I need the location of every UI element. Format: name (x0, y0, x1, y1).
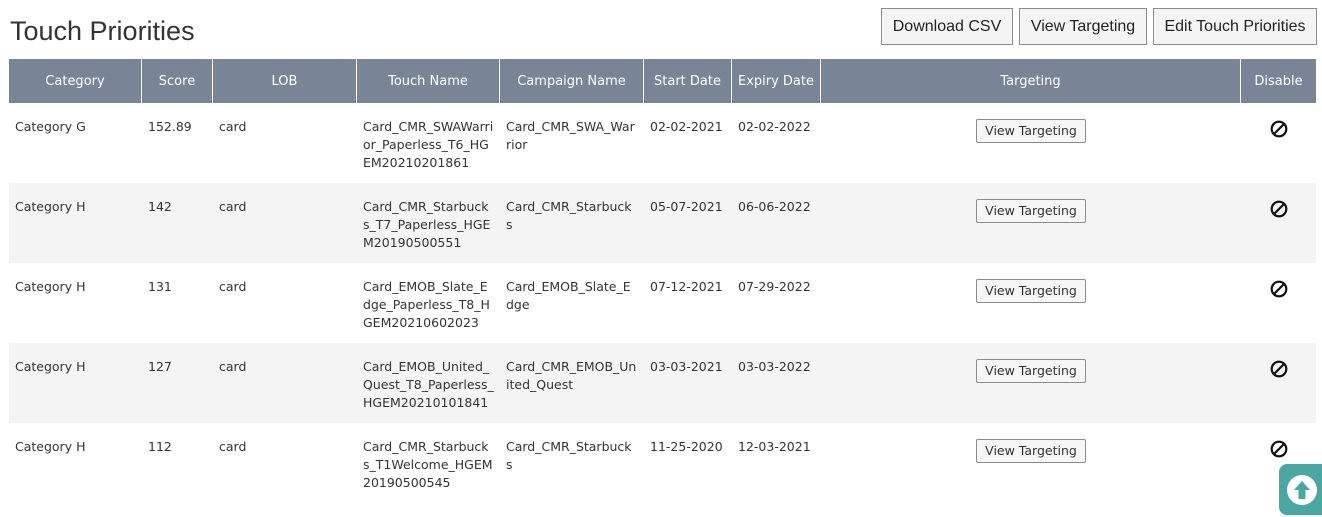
campaign-name-cell: Card_CMR_SWA_Warrior (506, 119, 635, 152)
expiry-date-cell: 06-06-2022 (738, 199, 811, 214)
row-view-targeting-button[interactable]: View Targeting (976, 359, 1086, 383)
category-cell: Category H (15, 279, 86, 294)
score-cell: 142 (148, 199, 172, 214)
disable-cell (1241, 183, 1316, 263)
lob-cell: card (219, 439, 247, 454)
start-date-cell: 11-25-2020 (650, 439, 723, 454)
row-view-targeting-button[interactable]: View Targeting (976, 279, 1086, 303)
table-row: Category H 127 card Card_EMOB_United_Quest_… (9, 343, 1316, 423)
edit-touch-priorities-button[interactable]: Edit Touch Priorities (1153, 8, 1317, 45)
touch-name-cell: Card_CMR_Starbucks_T1Welcome_HGEM2019050… (363, 439, 493, 490)
targeting-cell: View Targeting (821, 343, 1241, 423)
column-header-category[interactable]: Category (9, 59, 142, 103)
touch-name-cell: Card_EMOB_United_Quest_T8_Paperless_HGEM… (363, 359, 494, 410)
table-body: Category G 152.89 card Card_CMR_SWAWarrior_… (9, 103, 1316, 503)
touch-priorities-table: Category Score LOB Touch Name Campaign N… (9, 59, 1316, 503)
download-csv-button[interactable]: Download CSV (881, 8, 1013, 45)
expiry-date-cell: 07-29-2022 (738, 279, 811, 294)
touch-name-cell: Card_EMOB_Slate_Edge_Paperless_T8_HGEM20… (363, 279, 490, 330)
expiry-date-cell: 03-03-2022 (738, 359, 811, 374)
row-view-targeting-button[interactable]: View Targeting (976, 439, 1086, 463)
disable-cell (1241, 343, 1316, 423)
disable-icon[interactable] (1269, 279, 1289, 299)
column-header-expiry-date[interactable]: Expiry Date (732, 59, 821, 103)
column-header-campaign-name[interactable]: Campaign Name (500, 59, 644, 103)
view-targeting-button[interactable]: View Targeting (1019, 8, 1147, 45)
table-row: Category H 131 card Card_EMOB_Slate_Edge_Pa… (9, 263, 1316, 343)
campaign-name-cell: Card_CMR_EMOB_United_Quest (506, 359, 637, 392)
disable-icon[interactable] (1269, 359, 1289, 379)
score-cell: 127 (148, 359, 172, 374)
campaign-name-cell: Card_CMR_Starbucks (506, 199, 632, 232)
touch-name-cell: Card_CMR_Starbucks_T7_Paperless_HGEM2019… (363, 199, 491, 250)
table-row: Category H 112 card Card_CMR_Starbucks_T1We… (9, 423, 1316, 503)
category-cell: Category H (15, 439, 86, 454)
expiry-date-cell: 12-03-2021 (738, 439, 811, 454)
expiry-date-cell: 02-02-2022 (738, 119, 811, 134)
toolbar: Download CSV View Targeting Edit Touch P… (881, 8, 1317, 45)
table-row: Category G 152.89 card Card_CMR_SWAWarrior_… (9, 103, 1316, 183)
lob-cell: card (219, 279, 247, 294)
campaign-name-cell: Card_EMOB_Slate_Edge (506, 279, 631, 312)
column-header-score[interactable]: Score (142, 59, 213, 103)
category-cell: Category G (15, 119, 86, 134)
column-header-targeting: Targeting (821, 59, 1241, 103)
table-header: Category Score LOB Touch Name Campaign N… (9, 59, 1316, 103)
category-cell: Category H (15, 359, 86, 374)
disable-cell (1241, 103, 1316, 183)
disable-icon[interactable] (1269, 199, 1289, 219)
lob-cell: card (219, 119, 247, 134)
targeting-cell: View Targeting (821, 423, 1241, 503)
start-date-cell: 05-07-2021 (650, 199, 723, 214)
column-header-start-date[interactable]: Start Date (644, 59, 732, 103)
start-date-cell: 03-03-2021 (650, 359, 723, 374)
table-row: Category H 142 card Card_CMR_Starbucks_T7_P… (9, 183, 1316, 263)
touch-name-cell: Card_CMR_SWAWarrior_Paperless_T6_HGEM202… (363, 119, 494, 170)
column-header-touch-name[interactable]: Touch Name (357, 59, 500, 103)
score-cell: 131 (148, 279, 172, 294)
column-header-lob[interactable]: LOB (213, 59, 357, 103)
campaign-name-cell: Card_CMR_Starbucks (506, 439, 632, 472)
lob-cell: card (219, 359, 247, 374)
targeting-cell: View Targeting (821, 263, 1241, 343)
category-cell: Category H (15, 199, 86, 214)
start-date-cell: 07-12-2021 (650, 279, 723, 294)
lob-cell: card (219, 199, 247, 214)
column-header-disable: Disable (1254, 73, 1303, 89)
disable-icon[interactable] (1269, 119, 1289, 139)
row-view-targeting-button[interactable]: View Targeting (976, 199, 1086, 223)
arrow-up-circle-icon (1287, 474, 1317, 505)
targeting-cell: View Targeting (821, 103, 1241, 183)
row-view-targeting-button[interactable]: View Targeting (976, 119, 1086, 143)
score-cell: 152.89 (148, 119, 192, 134)
scroll-to-top-button[interactable] (1279, 464, 1322, 515)
start-date-cell: 02-02-2021 (650, 119, 723, 134)
disable-icon[interactable] (1269, 439, 1289, 459)
page-title: Touch Priorities (10, 16, 195, 46)
targeting-cell: View Targeting (821, 183, 1241, 263)
page: Touch Priorities Download CSV View Targe… (0, 0, 1322, 517)
score-cell: 112 (148, 439, 172, 454)
disable-cell (1241, 263, 1316, 343)
